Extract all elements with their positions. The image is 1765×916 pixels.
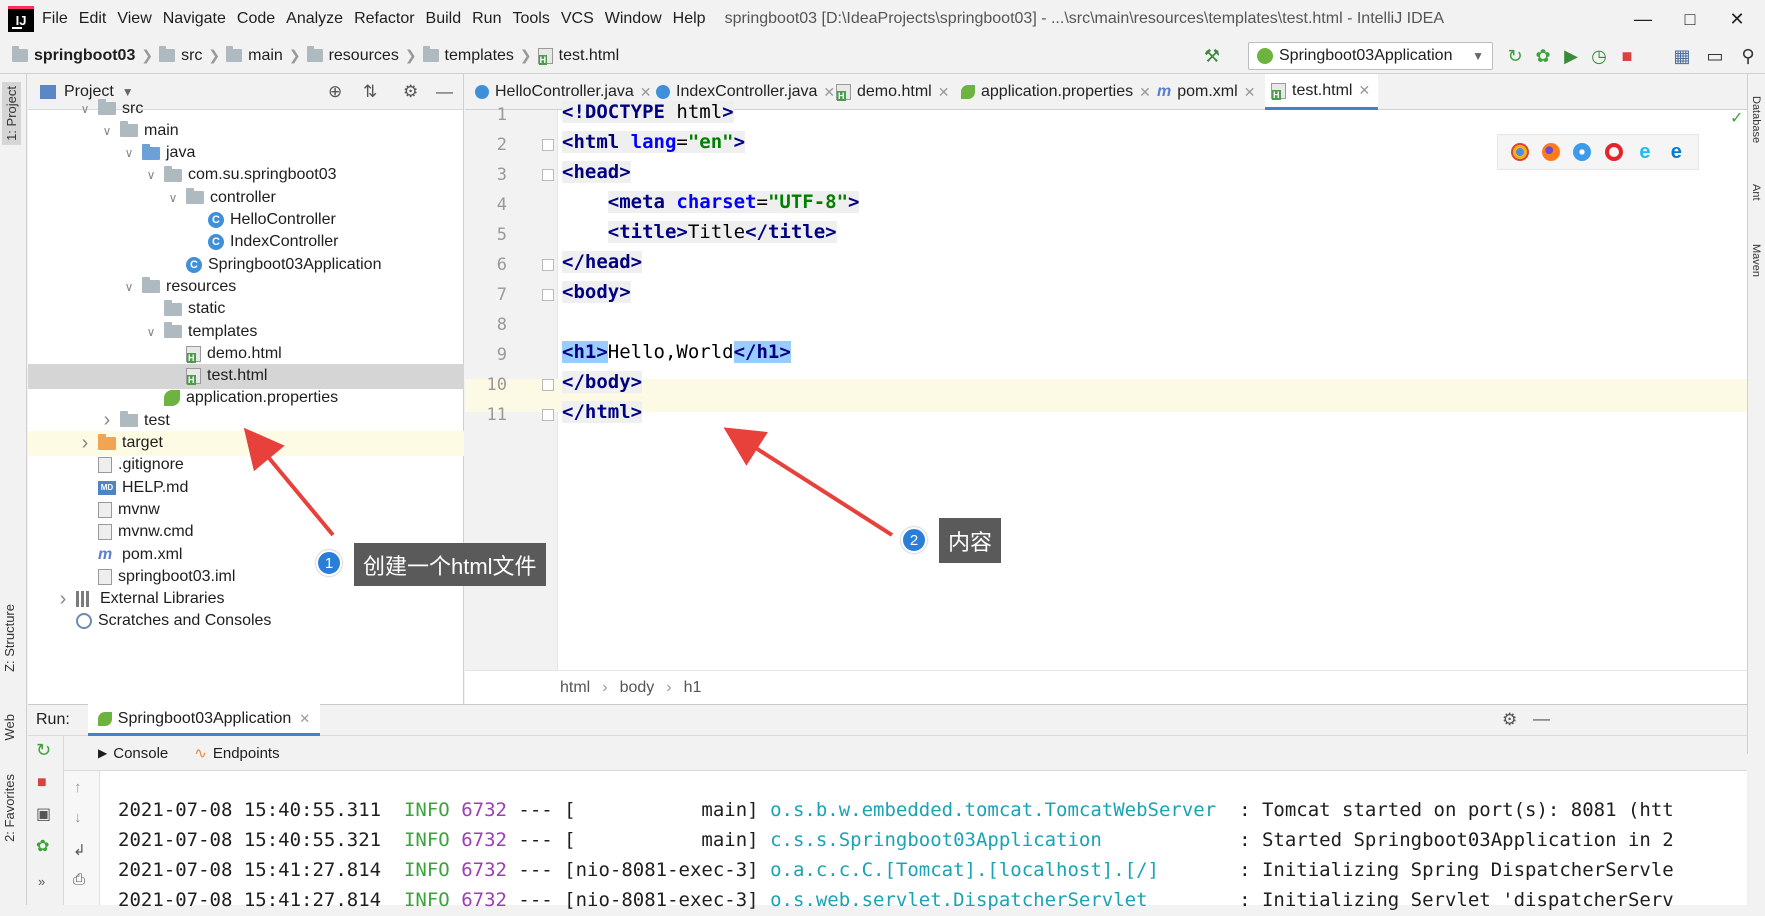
annotation-badge-2: 2 — [901, 527, 927, 553]
annotation-label-2: 内容 — [939, 518, 1002, 563]
annotation-label-1: 创建一个html文件 — [354, 543, 546, 586]
annotation-arrow-2 — [723, 427, 894, 537]
annotation-arrow-1 — [243, 427, 335, 537]
annotation-badge-1: 1 — [316, 550, 342, 576]
annotation-arrows — [243, 427, 894, 537]
